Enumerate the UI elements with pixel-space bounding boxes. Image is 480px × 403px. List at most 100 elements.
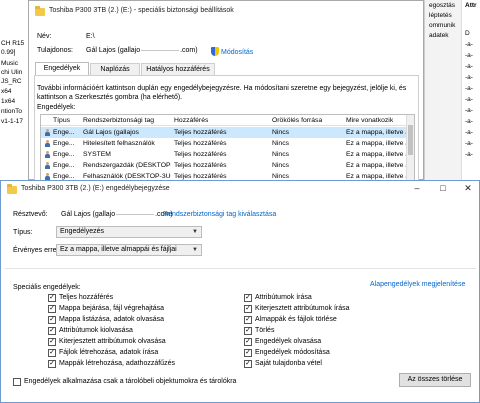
bg-text: -a-: [465, 140, 473, 147]
background-window-right: egosztás léptetés ommunik adatek Attr D …: [424, 0, 480, 180]
table-row[interactable]: Enge... Gál Lajos (gallajos Teljes hozzá…: [41, 127, 414, 138]
perm-checkbox[interactable]: ✓: [48, 316, 56, 324]
perm-label: Törlés: [255, 327, 275, 334]
principal-value: Gál Lajos (gallajo .com): [61, 211, 173, 218]
row-applies: Ez a mappa, illetve almappái é...: [346, 140, 408, 147]
user-icon: [44, 129, 51, 137]
bg-text: adatek: [429, 32, 449, 39]
clear-all-button[interactable]: Az összes törlése: [399, 373, 471, 387]
perm-checkbox[interactable]: ✓: [48, 305, 56, 313]
chevron-down-icon: ▼: [192, 229, 198, 235]
row-applies: Ez a mappa, illetve almappái é...: [346, 129, 408, 136]
select-principal-link[interactable]: Rendszerbiztonsági tag kiválasztása: [163, 211, 276, 218]
minimize-icon[interactable]: –: [407, 181, 427, 197]
perm-checkbox[interactable]: ✓: [244, 327, 252, 335]
perm-checkbox[interactable]: ✓: [48, 360, 56, 368]
row-access: Teljes hozzáférés: [174, 162, 227, 169]
perm-label: Kiterjesztett attribútumok olvasása: [59, 338, 166, 345]
column-header[interactable]: Típus: [53, 117, 70, 124]
tab-auditing[interactable]: Naplózás: [90, 63, 140, 75]
bg-text: JS_RC: [1, 78, 22, 85]
row-principal: Felhasználók (DESKTOP-3UCF...: [83, 173, 171, 180]
tab-effective-access[interactable]: Hatályos hozzáférés: [141, 63, 215, 75]
row-applies: Ez a mappa, illetve almappái é...: [346, 162, 408, 169]
bg-text: -a-: [465, 107, 473, 114]
column-header[interactable]: Mire vonatkozik: [346, 117, 393, 124]
bg-text: v1-1-17: [1, 118, 24, 125]
perm-checkbox[interactable]: ✓: [244, 316, 252, 324]
close-icon[interactable]: ✕: [458, 181, 478, 197]
perm-checkbox[interactable]: ✓: [48, 349, 56, 357]
perm-label: Mappák létrehozása, adathozzáfűzés: [59, 360, 175, 367]
bg-text: egosztás: [429, 2, 456, 9]
perm-checkbox[interactable]: ✓: [48, 327, 56, 335]
permission-entry-dialog: Toshiba P300 3TB (2.) (E:) engedélybejeg…: [0, 180, 480, 403]
perm-checkbox[interactable]: ✓: [48, 294, 56, 302]
title-bar[interactable]: Toshiba P300 3TB (2.) (E:) - speciális b…: [29, 1, 423, 23]
bg-text: ntionTo: [1, 108, 22, 115]
column-header[interactable]: Hozzáférés: [174, 117, 208, 124]
column-header[interactable]: Örökölés forrása: [272, 117, 322, 124]
perm-label: Saját tulajdonba vétel: [255, 360, 322, 367]
maximize-icon[interactable]: □: [433, 181, 453, 197]
perm-label: Fájlok létrehozása, adatok írása: [59, 349, 159, 356]
applies-to-select[interactable]: Ez a mappa, illetve almappái és fájljai …: [56, 244, 202, 256]
redaction-mark: [141, 50, 180, 51]
row-principal: Rendszergazdák (DESKTOP-3...: [83, 162, 171, 169]
bg-text: 0.99]: [1, 49, 16, 56]
row-applies: Ez a mappa, illetve almappái é...: [346, 151, 408, 158]
bg-text: -a-: [465, 151, 473, 158]
permission-entries-list[interactable]: Típus Rendszerbiztonsági tag Hozzáférés …: [40, 114, 415, 182]
perm-label: Attribútumok kiolvasása: [59, 327, 133, 334]
column-header[interactable]: Rendszerbiztonsági tag: [83, 117, 154, 124]
perm-checkbox[interactable]: ✓: [48, 338, 56, 346]
row-inherit: Nincs: [272, 140, 289, 147]
vertical-scrollbar[interactable]: [406, 115, 414, 182]
user-icon: [44, 140, 51, 148]
bg-text: CH R15: [1, 40, 25, 47]
user-icon: [44, 151, 51, 159]
info-text: További információért kattintson duplán …: [37, 85, 407, 101]
scrollbar-thumb[interactable]: [408, 125, 413, 155]
perm-checkbox[interactable]: ✓: [244, 338, 252, 346]
uac-shield-icon: [211, 47, 219, 56]
row-principal: Hitelesített felhasználók: [83, 140, 155, 147]
bg-text: x64: [1, 88, 12, 95]
advanced-security-window: Toshiba P300 3TB (2.) (E:) - speciális b…: [28, 0, 424, 182]
table-row[interactable]: Enge... SYSTEM Teljes hozzáférés Nincs E…: [41, 149, 414, 160]
bg-text: -a-: [465, 74, 473, 81]
table-row[interactable]: Enge... Hitelesített felhasználók Teljes…: [41, 138, 414, 149]
principal-label: Résztvevő:: [13, 211, 48, 218]
bg-text: 1x64: [1, 98, 16, 105]
dialog-title: Toshiba P300 3TB (2.) (E:) engedélybejeg…: [21, 185, 170, 192]
owner-text-suffix: .com): [180, 47, 198, 54]
chevron-down-icon: ▼: [192, 247, 198, 253]
perm-label: Mappa bejárása, fájl végrehajtása: [59, 305, 165, 312]
owner-text: Gál Lajos (gallajo: [86, 47, 141, 54]
bg-text: -a-: [465, 52, 473, 59]
perm-checkbox[interactable]: ✓: [244, 349, 252, 357]
background-window-left: CH R15 0.99] Music chi Ulin JS_RC x64 1x…: [0, 0, 28, 180]
perm-checkbox[interactable]: ✓: [244, 294, 252, 302]
perm-checkbox[interactable]: ✓: [244, 305, 252, 313]
perm-label: Engedélyek olvasása: [255, 338, 322, 345]
type-select[interactable]: Engedélyezés ▼: [56, 226, 202, 238]
show-basic-permissions-link[interactable]: Alapengedélyek megjelenítése: [370, 281, 465, 288]
change-owner-link[interactable]: Módosítás: [211, 47, 253, 56]
tab-permissions[interactable]: Engedélyek: [35, 62, 89, 75]
title-bar[interactable]: Toshiba P300 3TB (2.) (E:) engedélybejeg…: [1, 181, 479, 197]
perm-label: Mappa listázása, adatok olvasása: [59, 316, 165, 323]
apply-only-label: Engedélyek alkalmazása csak a tárolóbeli…: [24, 378, 237, 385]
table-row[interactable]: Enge... Rendszergazdák (DESKTOP-3... Tel…: [41, 160, 414, 171]
bg-text: Music: [1, 60, 18, 67]
principal-text: Gál Lajos (gallajo: [61, 211, 116, 218]
bg-text: léptetés: [429, 12, 452, 19]
perm-label: Attribútumok írása: [255, 294, 312, 301]
bg-text: -a-: [465, 129, 473, 136]
row-access: Teljes hozzáférés: [174, 173, 227, 180]
bg-col-header: Attr: [465, 2, 477, 9]
perm-checkbox[interactable]: ✓: [244, 360, 252, 368]
permissions-panel: További információért kattintson duplán …: [34, 75, 419, 182]
apply-only-checkbox[interactable]: [13, 378, 21, 386]
row-type: Enge...: [53, 129, 75, 136]
